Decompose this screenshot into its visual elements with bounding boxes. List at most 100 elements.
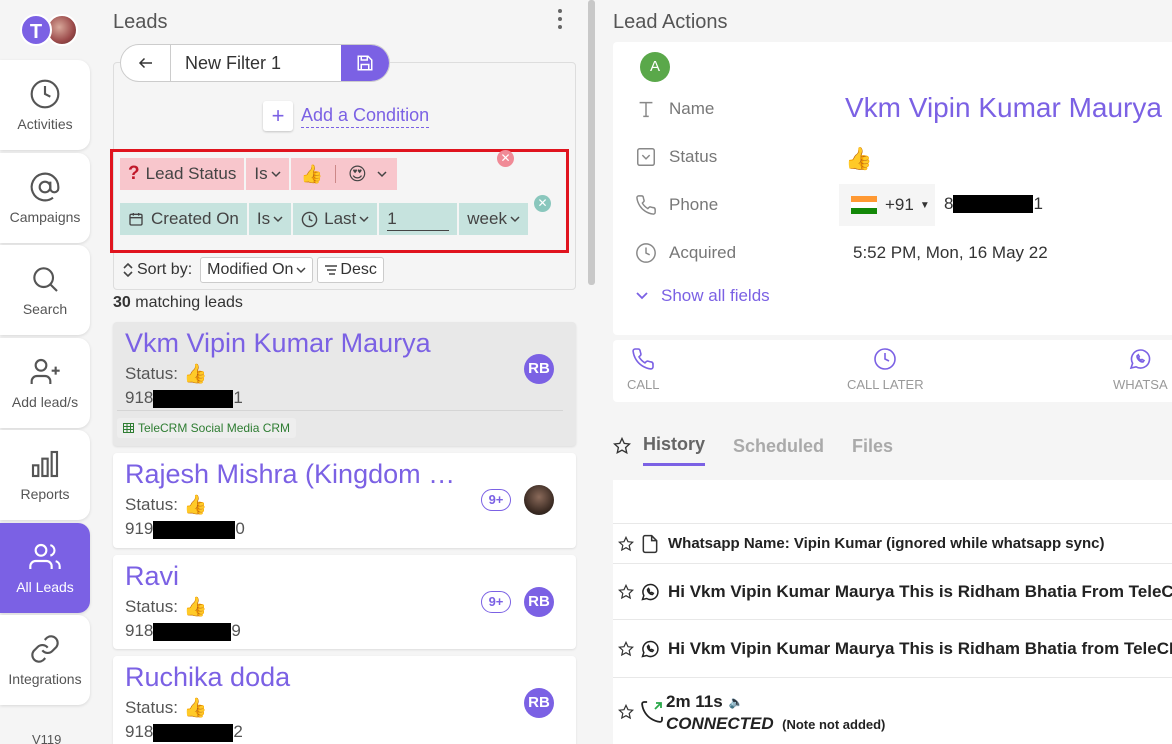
lead-name-value[interactable]: Vkm Vipin Kumar Maurya [845,92,1162,124]
condition-row-created-on: Created On Is Last 1 week [120,203,530,235]
table-icon [123,423,134,433]
add-condition[interactable]: + Add a Condition [263,101,430,131]
back-button[interactable] [121,45,171,81]
lead-card[interactable]: Ravi Status: 👍 918 9 9+ RB [113,555,576,649]
star-icon[interactable] [618,583,634,600]
phone-suffix: 0 [235,519,245,538]
show-all-fields-link[interactable]: Show all fields [635,286,770,306]
phone-prefix: 919 [125,519,154,538]
plus-icon[interactable]: + [263,101,293,131]
star-icon[interactable] [618,535,634,552]
lead-card[interactable]: Vkm Vipin Kumar Maurya Status: 👍 918 1 Te… [113,322,576,446]
clock-icon [30,79,60,109]
field-label-text: Acquired [669,243,737,262]
nav-reports[interactable]: Reports [0,430,90,520]
status-value[interactable]: 👍 [845,146,872,172]
match-number: 30 [113,294,131,311]
condition-field-chip[interactable]: ? Lead Status [120,158,245,190]
lead-phone: 918 9 [125,621,241,641]
condition-value-select[interactable]: 👍 😍 [290,158,397,190]
history-item[interactable]: Hi Vkm Vipin Kumar Maurya This is Ridham… [613,620,1172,678]
condition-mode-select[interactable]: Last [293,203,378,235]
call-later-button[interactable]: CALL LATER [847,347,924,392]
nav-label: All Leads [16,579,74,595]
nav-label: Search [22,301,68,317]
field-name-label: Name [635,98,714,120]
condition-amount-input[interactable]: 1 [379,203,458,235]
tab-files[interactable]: Files [852,436,893,465]
lead-status: Status: 👍 [125,493,208,517]
call-status: CONNECTED [666,714,774,733]
call-later-label: CALL LATER [847,377,924,392]
country-code-select[interactable]: +91 ▼ [839,184,935,226]
history-tabs: History Scheduled Files [613,434,921,466]
field-phone-label: Phone [635,194,718,216]
assignee-badge: RB [524,587,554,617]
phone-prefix: 918 [125,388,154,407]
nav-campaigns[interactable]: Campaigns [0,153,90,243]
remove-condition-icon[interactable]: ✕ [534,195,551,212]
caret-down-icon: ▼ [919,199,930,211]
lead-card[interactable]: Rajesh Mishra (Kingdom … Status: 👍 919 0 … [113,453,576,548]
nav-search[interactable]: Search [0,245,90,335]
operator-label: Is [254,164,268,183]
whatsapp-icon [641,640,659,658]
phone-value[interactable]: 81 [944,194,1043,214]
save-filter-button[interactable] [341,45,389,81]
lead-name[interactable]: Vkm Vipin Kumar Maurya [125,328,431,359]
search-icon [33,267,58,292]
user-avatars[interactable]: T [20,14,80,48]
lead-actions-panel: Lead Actions A Name Vkm Vipin Kumar Maur… [600,0,1172,744]
nav-integrations[interactable]: Integrations [0,615,90,705]
acquired-value: 5:52 PM, Mon, 16 May 22 [853,243,1048,262]
more-options-icon[interactable] [555,8,565,30]
user-avatar[interactable]: T [20,14,52,46]
nav-add-leads[interactable]: Add lead/s [0,338,90,428]
field-acquired-label: Acquired [635,242,736,264]
status-emoji: 👍 [183,495,208,516]
lead-name[interactable]: Ruchika doda [125,662,290,693]
leads-scrollbar[interactable] [588,0,595,285]
india-flag-icon [851,196,877,214]
country-code: +91 [885,195,914,214]
condition-operator-select[interactable]: Is [246,158,289,190]
nav-all-leads[interactable]: All Leads [0,523,90,613]
unit-label: week [467,209,507,228]
add-condition-link[interactable]: Add a Condition [301,105,430,128]
lead-name[interactable]: Rajesh Mishra (Kingdom … [125,459,470,490]
operator-label: Is [256,209,271,228]
lead-name[interactable]: Ravi [125,561,179,592]
tab-history[interactable]: History [643,434,706,466]
star-icon[interactable] [618,704,634,720]
phone-prefix: 918 [125,621,154,640]
dropdown-box-icon [637,148,655,166]
history-item[interactable]: Hi Vkm Vipin Kumar Maurya This is Ridham… [613,564,1172,620]
sort-order-button[interactable]: Desc [317,257,384,283]
sort-field-select[interactable]: Modified On [200,257,314,283]
condition-operator-select[interactable]: Is [248,203,292,235]
unread-count-badge: 9+ [481,591,511,613]
lead-card[interactable]: Ruchika doda Status: 👍 918 2 RB [113,656,576,744]
star-icon[interactable] [618,640,634,657]
filter-name-input[interactable]: New Filter 1 [171,53,341,74]
redacted-block [953,195,1034,213]
remove-condition-icon[interactable]: ✕ [497,150,514,167]
history-header-row [613,480,1172,524]
sidebar: T Activities Campaigns Search Add lead/s… [0,0,92,744]
phone-suffix: 1 [233,388,243,407]
nav-activities[interactable]: Activities [0,60,90,150]
call-log-item[interactable]: 2m 11s 🔈 CONNECTED (Note not added) [613,678,1172,744]
status-value-thumbs-up: 👍 [300,163,324,184]
star-icon[interactable] [613,437,631,455]
phone-suffix: 2 [233,722,243,741]
call-status-line: CONNECTED (Note not added) [666,714,885,734]
call-button[interactable]: CALL [627,347,660,392]
condition-unit-select[interactable]: week [459,203,528,235]
history-item[interactable]: Whatsapp Name: Vipin Kumar (ignored whil… [613,524,1172,564]
users-icon [29,543,61,569]
version-label: V119 [32,732,62,744]
save-icon [357,55,373,71]
tab-scheduled[interactable]: Scheduled [733,436,824,465]
whatsapp-button[interactable]: WHATSA [1113,347,1168,392]
condition-field-chip[interactable]: Created On [120,203,247,235]
